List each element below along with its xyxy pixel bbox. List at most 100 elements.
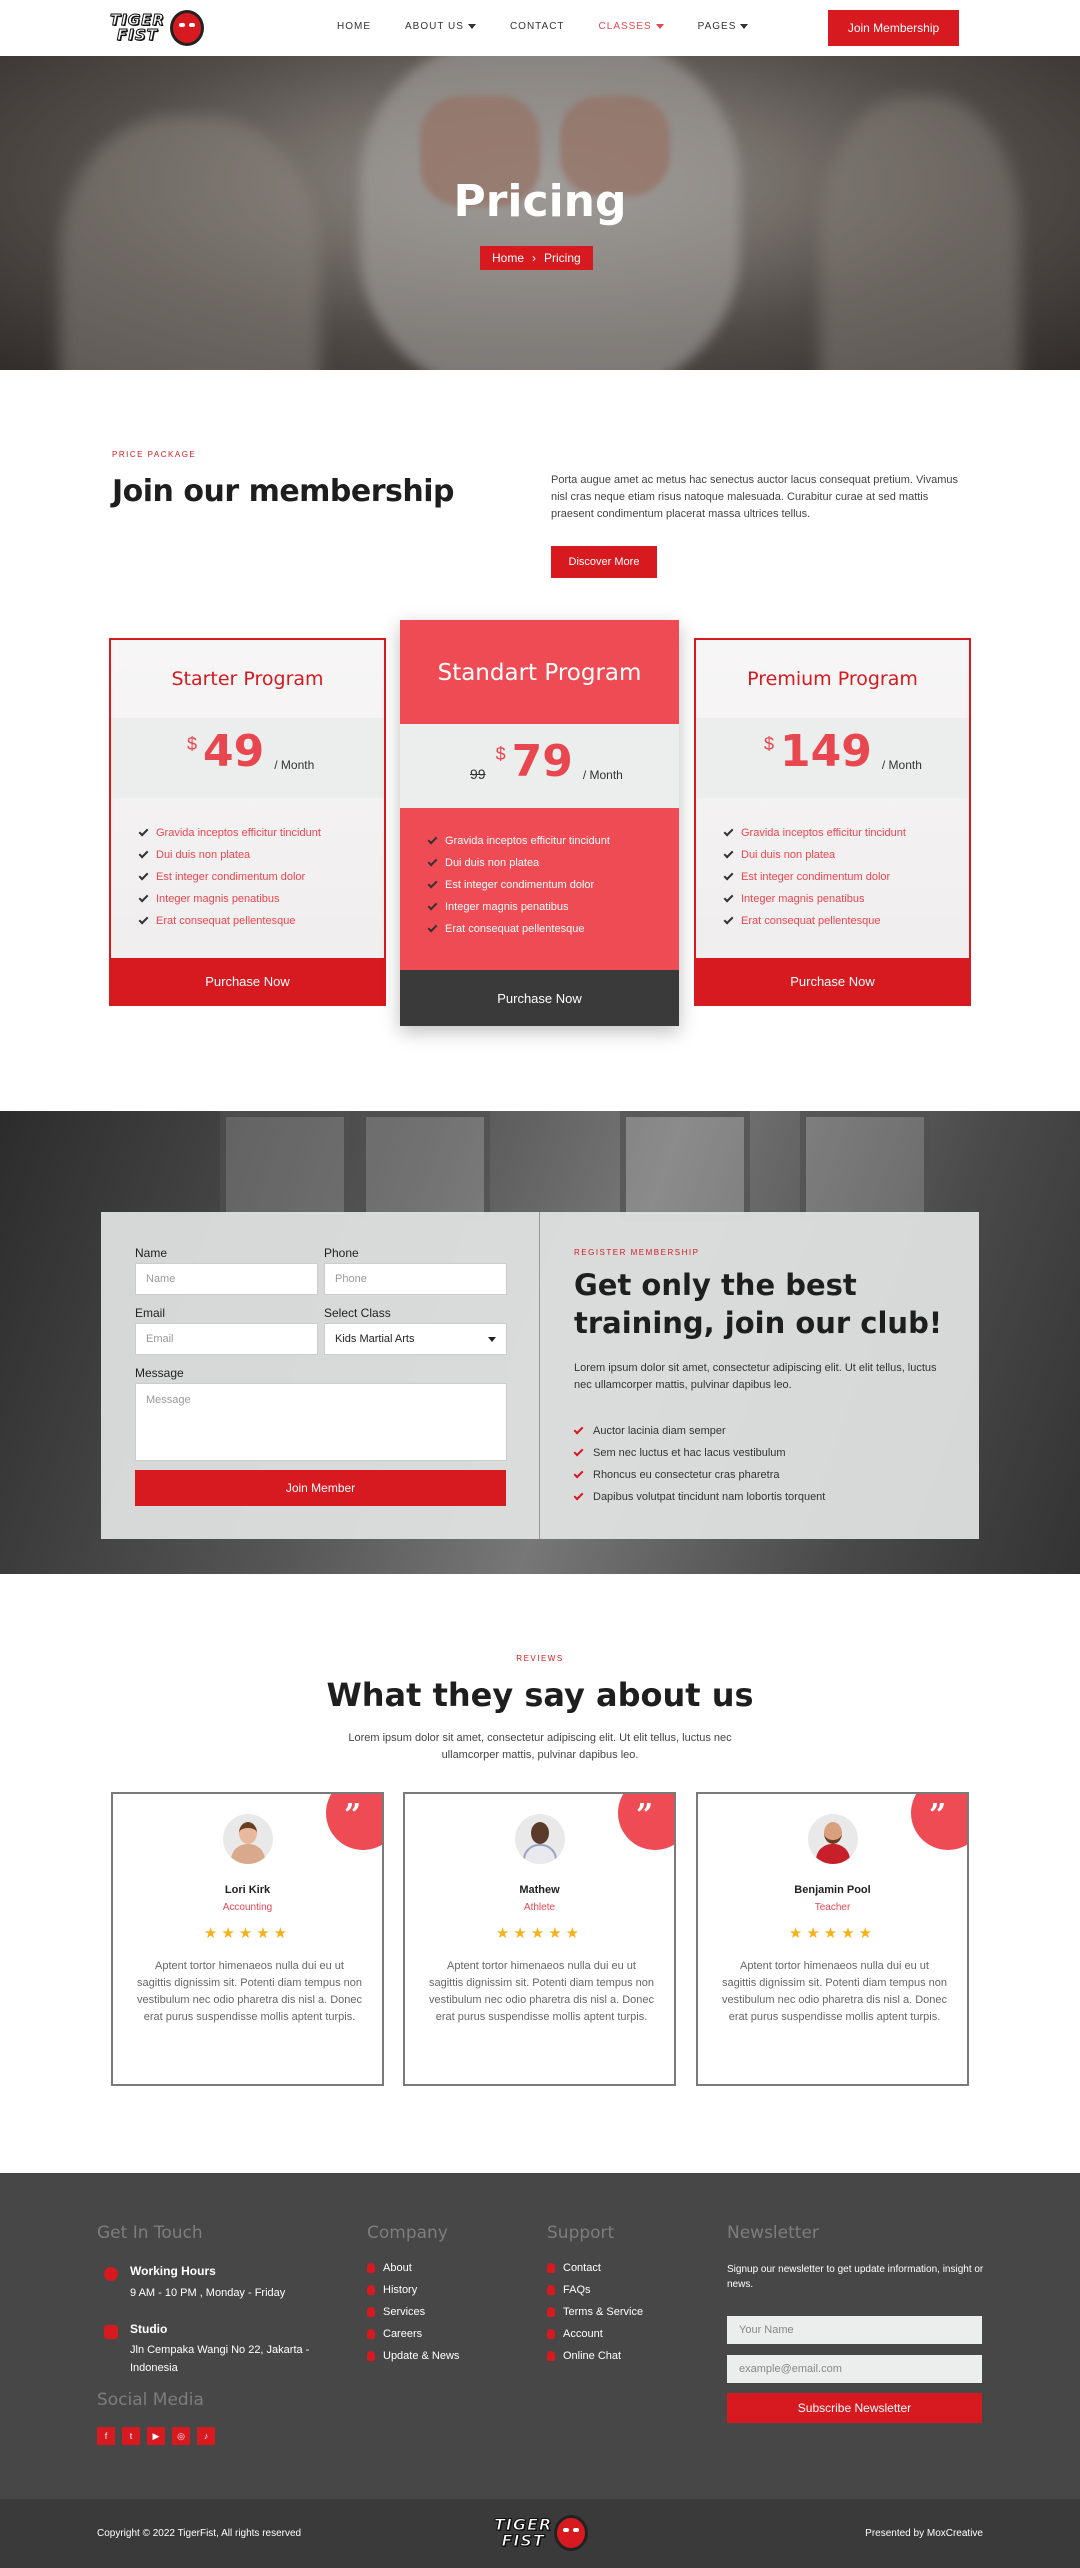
- footer-heading-newsletter: Newsletter: [727, 2223, 819, 2243]
- footer-logo[interactable]: TIGER FIST: [493, 2511, 590, 2555]
- page-hero: Pricing Home › Pricing: [0, 56, 1080, 370]
- check-icon: [138, 826, 149, 837]
- nav-classes[interactable]: CLASSES: [599, 21, 664, 32]
- subscribe-newsletter-button[interactable]: Subscribe Newsletter: [727, 2393, 982, 2423]
- nav-home[interactable]: HOME: [337, 21, 371, 32]
- list-item: Erat consequat pellentesque: [723, 910, 906, 932]
- site-logo[interactable]: TIGER FIST: [110, 8, 206, 48]
- quote-icon: ”: [911, 1794, 967, 1850]
- footer-link-account[interactable]: Account: [547, 2328, 603, 2340]
- purchase-now-button[interactable]: Purchase Now: [400, 970, 679, 1026]
- instagram-icon[interactable]: ◎: [172, 2427, 190, 2445]
- list-item: Est integer condimentum dolor: [723, 866, 906, 888]
- review-card: ” Lori Kirk Accounting ★★★★★ Aptent tort…: [111, 1792, 384, 2086]
- twitter-icon[interactable]: t: [122, 2427, 140, 2445]
- review-text: Aptent tortor himenaeos nulla dui eu ut …: [137, 1960, 363, 2023]
- page-title: Pricing: [453, 176, 627, 227]
- join-membership-button[interactable]: Join Membership: [828, 10, 959, 46]
- studio-title: Studio: [130, 2322, 168, 2336]
- reviewer-name: Lori Kirk: [224, 1884, 271, 1896]
- background-window: [800, 1111, 930, 1221]
- reviewer-role: Athlete: [523, 1902, 556, 1913]
- chevron-down-icon: [740, 24, 749, 29]
- nav-pages[interactable]: PAGES: [698, 21, 749, 32]
- name-field[interactable]: Name: [135, 1263, 318, 1295]
- check-icon: [427, 834, 438, 845]
- check-icon: [723, 826, 734, 837]
- logo-wordmark: TIGER FIST: [110, 11, 165, 44]
- footer-link-careers[interactable]: Careers: [367, 2328, 422, 2340]
- nav-contact[interactable]: CONTACT: [510, 21, 565, 32]
- footer-link-contact[interactable]: Contact: [547, 2262, 601, 2274]
- newsletter-text: Signup our newsletter to get update info…: [727, 2264, 984, 2290]
- list-item: Gravida inceptos efficitur tincidunt: [138, 822, 321, 844]
- section-title: Join our membership: [112, 474, 455, 509]
- purchase-now-button[interactable]: Purchase Now: [109, 958, 386, 1004]
- newsletter-name-input[interactable]: Your Name: [727, 2316, 982, 2344]
- check-icon: [573, 1490, 584, 1501]
- plan-price: $ 149 / Month: [764, 726, 922, 777]
- check-icon: [138, 848, 149, 859]
- star-rating: ★★★★★: [203, 1925, 292, 1942]
- register-section: Name Name Phone Phone Email Email Select…: [0, 1111, 1080, 1574]
- footer-heading-get-in-touch: Get In Touch: [97, 2223, 203, 2243]
- nav-about-us[interactable]: ABOUT US: [405, 21, 476, 32]
- chevron-down-icon: [655, 24, 664, 29]
- list-item: Erat consequat pellentesque: [427, 918, 610, 940]
- footer-link-history[interactable]: History: [367, 2284, 417, 2296]
- facebook-icon[interactable]: f: [97, 2427, 115, 2445]
- tiktok-icon[interactable]: ♪: [197, 2427, 215, 2445]
- background-window: [360, 1111, 490, 1221]
- quote-icon: ”: [326, 1794, 382, 1850]
- phone-field[interactable]: Phone: [324, 1263, 507, 1295]
- footer-link-faqs[interactable]: FAQs: [547, 2284, 591, 2296]
- feature-list: Gravida inceptos efficitur tincidunt Dui…: [138, 822, 321, 932]
- email-label: Email: [135, 1306, 166, 1320]
- email-field[interactable]: Email: [135, 1323, 318, 1355]
- footer-heading-company: Company: [367, 2223, 448, 2243]
- list-item: Integer magnis penatibus: [427, 896, 610, 918]
- footer-link-news[interactable]: Update & News: [367, 2350, 459, 2362]
- purchase-now-button[interactable]: Purchase Now: [694, 958, 971, 1004]
- old-price: 99: [470, 766, 486, 782]
- list-item: Sem nec luctus et hac lacus vestibulum: [573, 1442, 825, 1464]
- breadcrumb-home[interactable]: Home: [492, 251, 524, 265]
- list-item: Gravida inceptos efficitur tincidunt: [427, 830, 610, 852]
- review-text: Aptent tortor himenaeos nulla dui eu ut …: [429, 1960, 655, 2023]
- background-window: [220, 1111, 350, 1221]
- list-item: Integer magnis penatibus: [723, 888, 906, 910]
- phone-label: Phone: [324, 1246, 359, 1260]
- avatar: [223, 1814, 273, 1864]
- presented-by-text: Presented by MoxCreative: [865, 2528, 983, 2539]
- clock-icon: [104, 2267, 118, 2281]
- section-title: Get only the best training, join our clu…: [574, 1268, 943, 1340]
- plan-price: $ 49 / Month: [187, 726, 315, 777]
- check-icon: [138, 870, 149, 881]
- message-textarea[interactable]: Message: [135, 1383, 507, 1461]
- class-select[interactable]: Kids Martial Arts: [324, 1323, 507, 1355]
- list-item: Integer magnis penatibus: [138, 888, 321, 910]
- check-icon: [138, 892, 149, 903]
- site-header: TIGER FIST HOME ABOUT US CONTACT CLASSES…: [0, 0, 1080, 56]
- youtube-icon[interactable]: ▶: [147, 2427, 165, 2445]
- check-icon: [427, 878, 438, 889]
- check-icon: [723, 914, 734, 925]
- section-eyebrow: REGISTER MEMBERSHIP: [574, 1248, 700, 1257]
- studio-address-line2: Indonesia: [130, 2362, 178, 2374]
- link-bullet-icon: [547, 2285, 555, 2295]
- footer-bottom-bar: Copyright © 2022 TigerFist, All rights r…: [0, 2499, 1080, 2568]
- footer-link-online-chat[interactable]: Online Chat: [547, 2350, 621, 2362]
- footer-link-about[interactable]: About: [367, 2262, 412, 2274]
- select-class-label: Select Class: [324, 1306, 391, 1320]
- link-bullet-icon: [367, 2285, 375, 2295]
- studio-address-line1: Jln Cempaka Wangi No 22, Jakarta -: [130, 2344, 310, 2356]
- footer-link-terms[interactable]: Terms & Service: [547, 2306, 643, 2318]
- chevron-down-icon: [467, 24, 476, 29]
- plan-name: Premium Program: [747, 668, 918, 690]
- join-member-button[interactable]: Join Member: [135, 1470, 506, 1506]
- avatar: [515, 1814, 565, 1864]
- footer-link-services[interactable]: Services: [367, 2306, 425, 2318]
- discover-more-button[interactable]: Discover More: [551, 546, 657, 578]
- footer-heading-support: Support: [547, 2223, 615, 2243]
- newsletter-email-input[interactable]: example@email.com: [727, 2355, 982, 2383]
